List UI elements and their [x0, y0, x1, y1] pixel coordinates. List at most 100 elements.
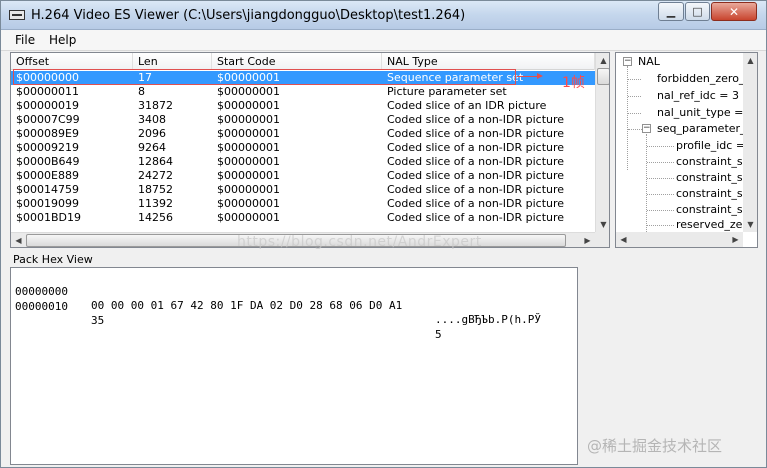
- cell-len: 24272: [138, 169, 173, 182]
- cell-offset: $0001BD19: [16, 211, 82, 224]
- cell-len: 8: [138, 85, 145, 98]
- cell-nal-type: Coded slice of a non-IDR picture: [387, 197, 565, 210]
- nal-list-header: Offset Len Start Code NAL Type: [11, 53, 595, 70]
- cell-len: 14256: [138, 211, 173, 224]
- cell-len: 9264: [138, 141, 166, 154]
- nal-tree-vscroll[interactable]: ▲ ▼: [743, 53, 757, 232]
- maximize-button[interactable]: □: [685, 2, 710, 21]
- table-row[interactable]: $0001BD19 14256 $00000001 Coded slice of a …: [11, 211, 595, 225]
- tree-node[interactable]: constraint_se: [676, 155, 749, 169]
- column-header-offset[interactable]: Offset: [11, 53, 133, 70]
- cell-nal-type: Coded slice of a non-IDR picture: [387, 155, 565, 168]
- window-title: H.264 Video ES Viewer (C:\Users\jiangdon…: [31, 8, 466, 23]
- hex-view-label: Pack Hex View: [13, 253, 93, 266]
- cell-nal-type: Coded slice of a non-IDR picture: [387, 113, 565, 126]
- app-icon: [9, 10, 25, 20]
- table-row[interactable]: $00000011 8 $00000001 Picture parameter set: [11, 85, 595, 99]
- menu-bar: File Help: [1, 30, 766, 51]
- scroll-left-icon[interactable]: ◀: [11, 233, 26, 247]
- cell-len: 3408: [138, 113, 166, 126]
- minimize-button[interactable]: ▁: [658, 2, 684, 21]
- cell-start-code: $00000001: [217, 99, 280, 112]
- tree-node[interactable]: forbidden_zero_b: [657, 72, 751, 86]
- cell-start-code: $00000001: [217, 197, 280, 210]
- collapse-icon[interactable]: −: [623, 57, 632, 66]
- scroll-down-icon[interactable]: ▼: [743, 217, 757, 232]
- table-row[interactable]: $00019099 11392 $00000001 Coded slice of a …: [11, 197, 595, 211]
- cell-nal-type: Coded slice of a non-IDR picture: [387, 169, 565, 182]
- cell-offset: $0000B649: [16, 155, 80, 168]
- cell-offset: $00000019: [16, 99, 79, 112]
- cell-offset: $000089E9: [16, 127, 79, 140]
- cell-nal-type: Coded slice of a non-IDR picture: [387, 141, 565, 154]
- cell-nal-type: Coded slice of an IDR picture: [387, 99, 547, 112]
- tree-node[interactable]: reserved_zero: [676, 218, 753, 232]
- tree-node-root[interactable]: NAL: [638, 55, 660, 69]
- table-row[interactable]: $00000019 31872 $00000001 Coded slice of an…: [11, 99, 595, 113]
- cell-nal-type: Coded slice of a non-IDR picture: [387, 127, 565, 140]
- nal-tree-hscroll[interactable]: ◀ ▶: [616, 232, 743, 247]
- scroll-up-icon[interactable]: ▲: [743, 53, 757, 68]
- collapse-icon[interactable]: −: [642, 124, 651, 133]
- scroll-down-icon[interactable]: ▼: [596, 217, 609, 232]
- tree-node[interactable]: constraint_se: [676, 203, 749, 217]
- cell-nal-type: Picture parameter set: [387, 85, 507, 98]
- cell-offset: $00007C99: [16, 113, 80, 126]
- cell-start-code: $00000001: [217, 141, 280, 154]
- cell-offset: $00000011: [16, 85, 79, 98]
- cell-len: 12864: [138, 155, 173, 168]
- annotation-label: 1帧: [562, 75, 585, 91]
- cell-start-code: $00000001: [217, 211, 280, 224]
- nal-tree[interactable]: − NAL forbidden_zero_b nal_ref_idc = 3 (…: [615, 52, 758, 248]
- annotation-highlight-box: [13, 69, 516, 85]
- table-row[interactable]: $0000B649 12864 $00000001 Coded slice of a …: [11, 155, 595, 169]
- scroll-right-icon[interactable]: ▶: [580, 233, 595, 247]
- tree-node[interactable]: constraint_se: [676, 187, 749, 201]
- hex-ascii: 5: [435, 328, 442, 341]
- hex-view[interactable]: 00000000 00 00 00 01 67 42 80 1F DA 02 D…: [10, 267, 578, 465]
- cell-offset: $00009219: [16, 141, 79, 154]
- tree-node[interactable]: nal_unit_type = 7: [657, 106, 754, 120]
- cell-start-code: $00000001: [217, 85, 280, 98]
- column-header-start-code[interactable]: Start Code: [212, 53, 382, 70]
- column-header-len[interactable]: Len: [133, 53, 212, 70]
- tree-node[interactable]: nal_ref_idc = 3 (2: [657, 89, 754, 103]
- cell-nal-type: Coded slice of a non-IDR picture: [387, 183, 565, 196]
- hex-bytes: 35: [91, 314, 105, 327]
- scroll-left-icon[interactable]: ◀: [616, 232, 631, 247]
- watermark-text: https://blog.csdn.net/AndrExpert: [237, 234, 482, 250]
- cell-len: 18752: [138, 183, 173, 196]
- annotation-arrow-icon: [517, 73, 543, 79]
- close-button[interactable]: ✕: [711, 2, 757, 21]
- footer-watermark: @稀土掘金技术社区: [587, 437, 723, 455]
- table-row[interactable]: $0000E889 24272 $00000001 Coded slice of a …: [11, 169, 595, 183]
- column-header-nal-type[interactable]: NAL Type: [382, 53, 595, 70]
- hex-line: 00000000 00 00 00 01 67 42 80 1F DA 02 D…: [15, 271, 541, 326]
- title-bar[interactable]: H.264 Video ES Viewer (C:\Users\jiangdon…: [1, 1, 766, 30]
- menu-help[interactable]: Help: [49, 33, 76, 47]
- table-row[interactable]: $00014759 18752 $00000001 Coded slice of a …: [11, 183, 595, 197]
- tree-node[interactable]: constraint_se: [676, 171, 749, 185]
- cell-nal-type: Coded slice of a non-IDR picture: [387, 211, 565, 224]
- scroll-right-icon[interactable]: ▶: [728, 232, 743, 247]
- hex-offset: 00000010: [15, 300, 68, 313]
- menu-file[interactable]: File: [15, 33, 35, 47]
- cell-len: 11392: [138, 197, 173, 210]
- cell-start-code: $00000001: [217, 127, 280, 140]
- cell-offset: $00019099: [16, 197, 79, 210]
- scroll-up-icon[interactable]: ▲: [596, 53, 609, 68]
- table-row[interactable]: $00009219 9264 $00000001 Coded slice of a n…: [11, 141, 595, 155]
- table-row[interactable]: $00007C99 3408 $00000001 Coded slice of a n…: [11, 113, 595, 127]
- cell-len: 31872: [138, 99, 173, 112]
- hex-line: 00000010 35 5: [15, 286, 442, 341]
- table-row[interactable]: $000089E9 2096 $00000001 Coded slice of a n…: [11, 127, 595, 141]
- cell-offset: $00014759: [16, 183, 79, 196]
- cell-start-code: $00000001: [217, 183, 280, 196]
- nal-list-vscroll[interactable]: ▲ ▼: [595, 53, 609, 232]
- app-window: H.264 Video ES Viewer (C:\Users\jiangdon…: [0, 0, 767, 468]
- hex-bytes: 00 00 00 01 67 42 80 1F DA 02 D0 28 68 0…: [91, 299, 403, 312]
- nal-list-vscroll-thumb[interactable]: [597, 68, 609, 85]
- nal-list-rows: $00000000 17 $00000001 Sequence parameter s…: [11, 71, 595, 225]
- hex-ascii: ....gBЂЪb.P(h.РЎ: [435, 313, 541, 326]
- cell-start-code: $00000001: [217, 169, 280, 182]
